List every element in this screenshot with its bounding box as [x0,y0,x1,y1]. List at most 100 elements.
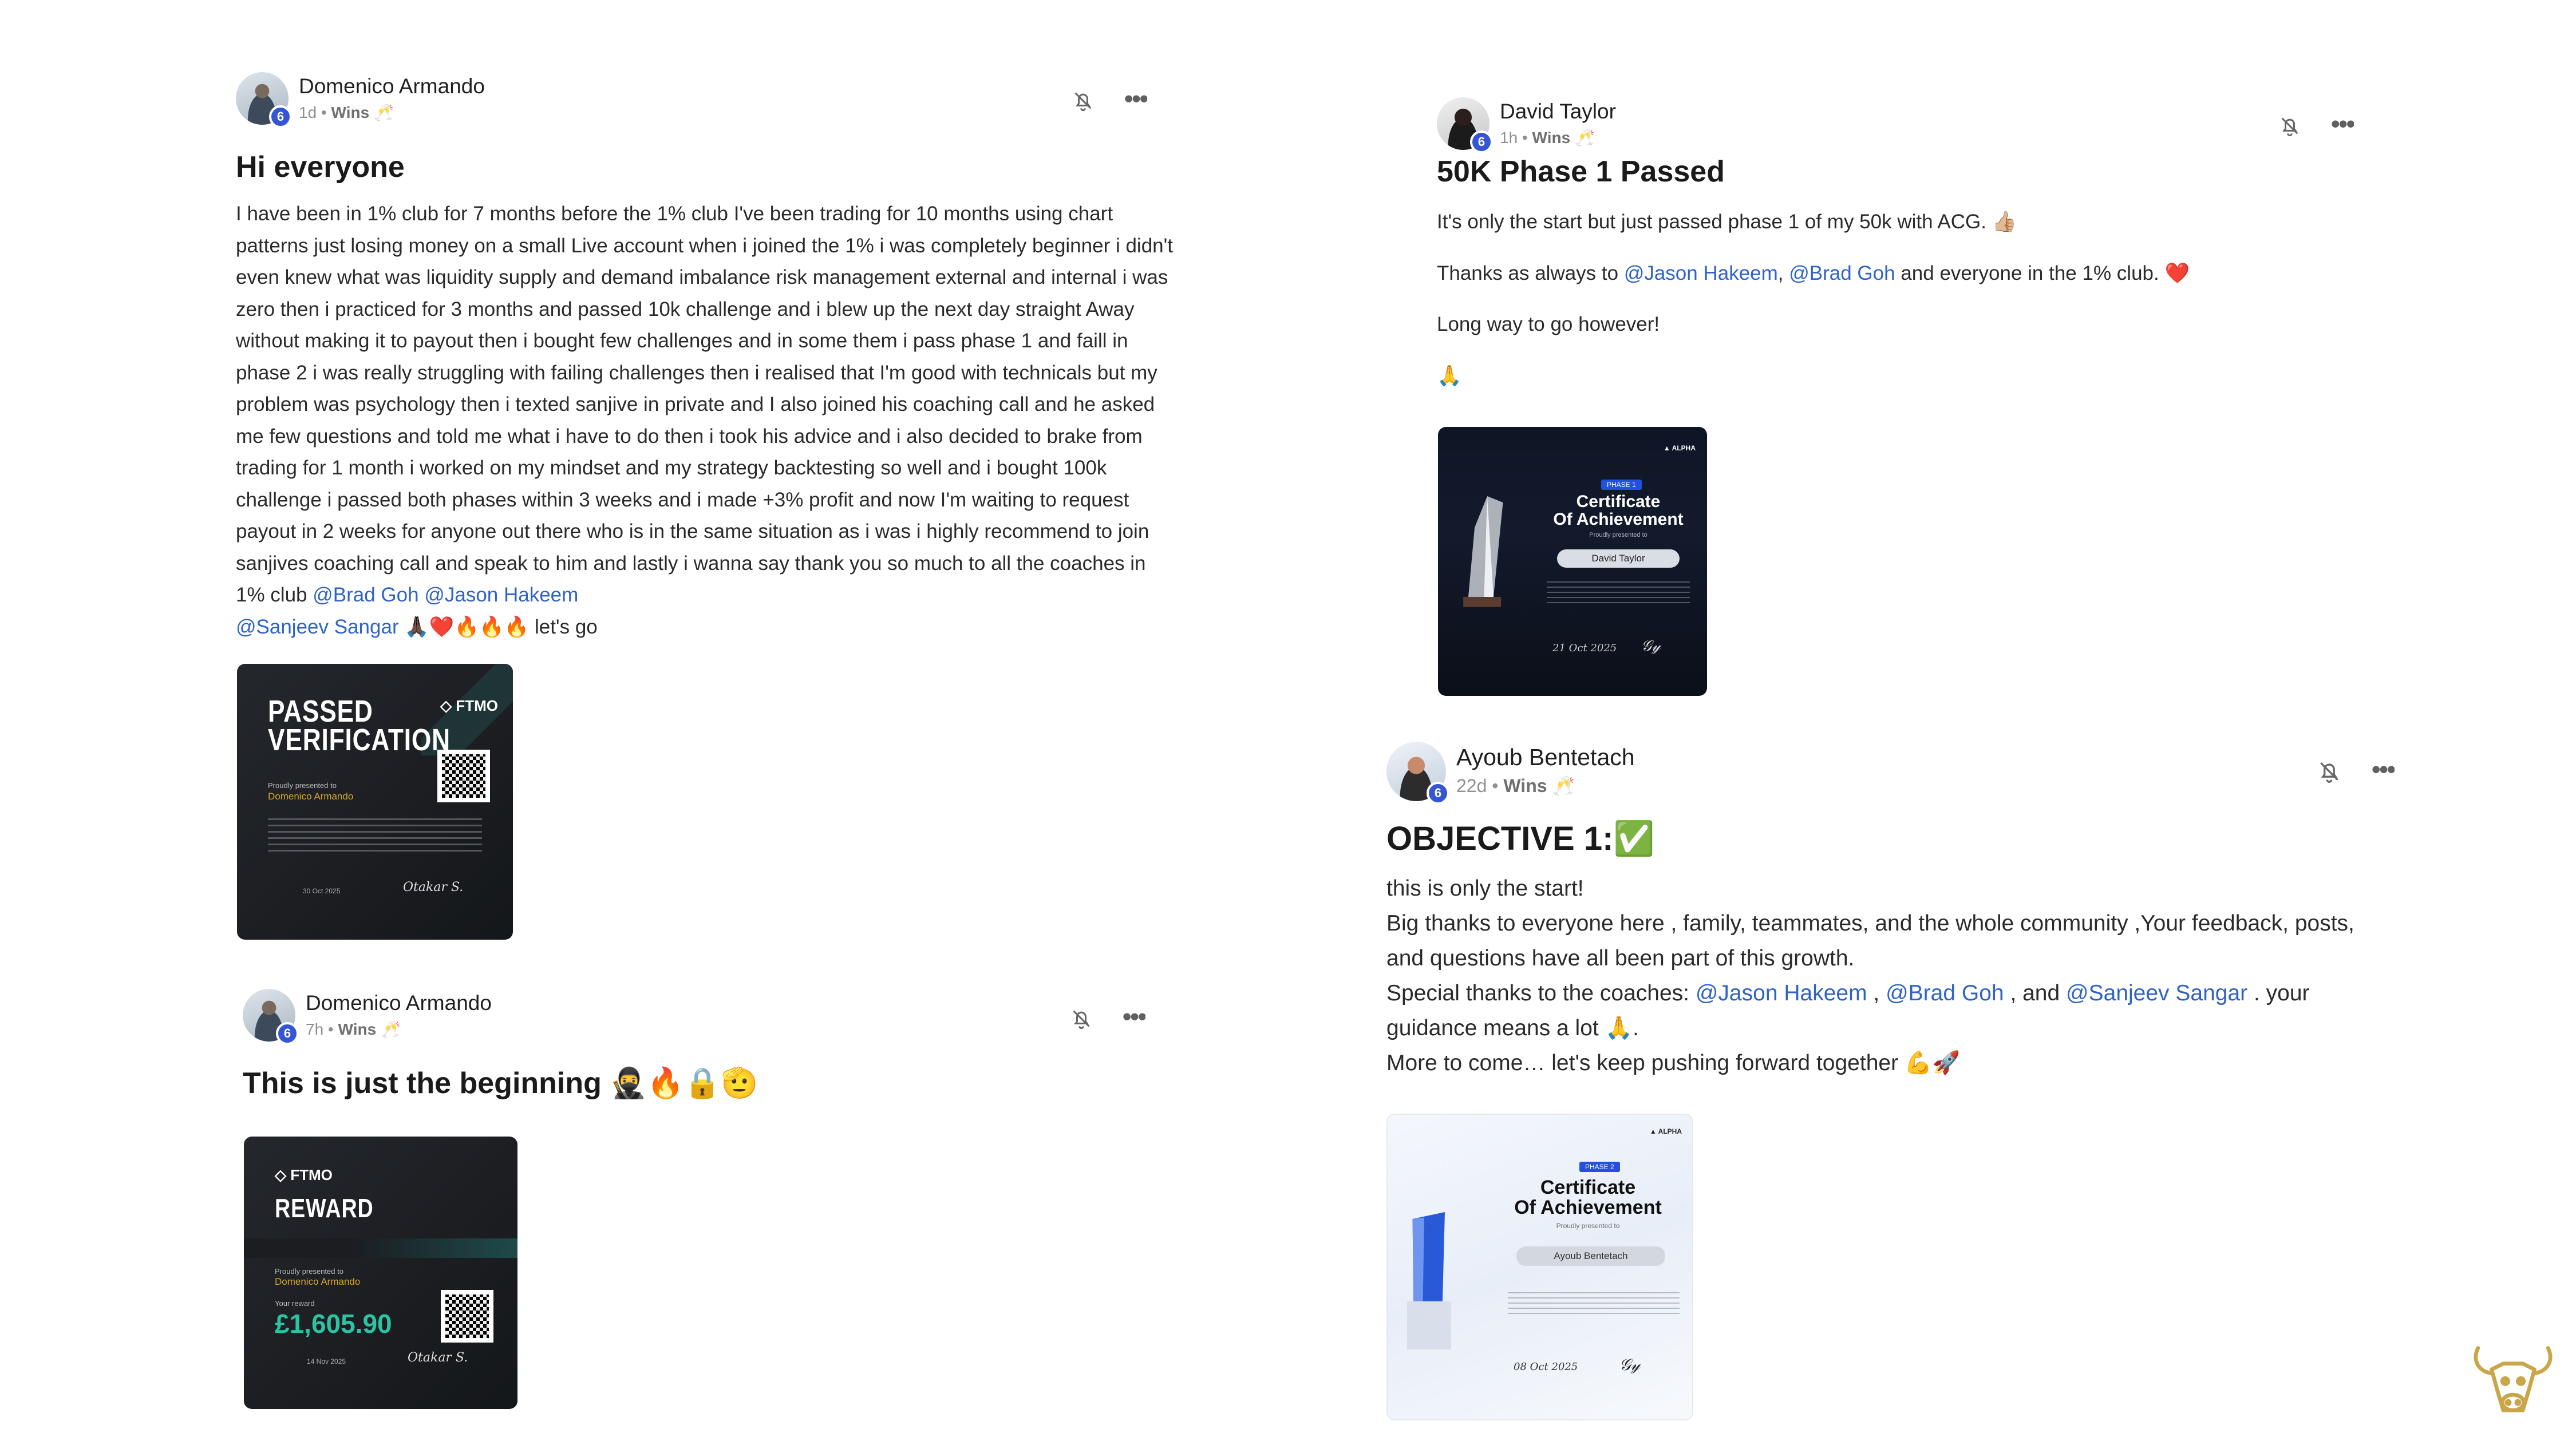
post-line-thanks: Thanks as always to @Jason Hakeem, @Brad… [1437,258,2376,290]
mention-link[interactable]: @Jason Hakeem [1624,262,1778,284]
alpha-brand-text: ALPHA [1658,1127,1682,1135]
bell-off-icon[interactable] [1070,1007,1093,1030]
post-line: It's only the start but just passed phas… [1437,211,2017,233]
phase-badge: PHASE 1 [1601,480,1642,490]
post-line: Big thanks to everyone here , family, te… [1386,911,2354,971]
level-badge: 6 [1427,782,1449,805]
ftmo-logo-text: FTMO [290,1166,333,1183]
post-meta: 1d • Wins 🥂 [299,104,394,121]
post-line-text: Thanks as always to [1437,262,1624,284]
post-line: this is only the start! [1386,876,1584,901]
post-title[interactable]: 50K Phase 1 Passed [1437,155,2376,189]
ftmo-logo-text: FTMO [456,697,498,714]
post-time: 1h [1500,129,1518,147]
certificate-heading-line: Certificate [1540,1177,1636,1198]
mention-link[interactable]: @Sanjeev Sangar [236,616,399,638]
category-emoji: 🥂 [373,104,394,121]
signature: 𝒢𝓎 [1619,1355,1641,1374]
post-line-text: , and [2004,981,2067,1005]
author-name[interactable]: Ayoub Bentetach [1456,744,1635,771]
certificate-image[interactable]: ▲ ALPHA PHASE 2 Certificate Of Achievemen… [1386,1114,1693,1420]
post-50k-phase-1: 6 David Taylor 1h • Wins 🥂 ••• 50K Phase… [1437,97,2376,391]
post-title[interactable]: OBJECTIVE 1:✅ [1386,819,2394,858]
post-line-text: , [1777,262,1789,284]
certificate-date: 30 Oct 2025 [303,887,341,895]
post-just-the-beginning: 6 Domenico Armando 7h • Wins 🥂 ••• This … [243,989,1182,1100]
more-horizontal-icon[interactable]: ••• [1124,93,1147,108]
bull-logo-icon[interactable] [2464,1331,2562,1428]
post-line-text: , [1867,981,1886,1005]
certificate-image[interactable]: ▲ ALPHA PHASE 1 Certificate Of Achievemen… [1438,427,1707,696]
post-body: I have been in 1% club for 7 months befo… [236,198,1175,643]
presented-label: Proudly presented to [275,1267,343,1276]
mention-link[interactable]: @Brad Goh [313,584,418,606]
post-hi-everyone: 6 Domenico Armando 1d • Wins 🥂 ••• Hi ev… [236,72,1175,643]
reward-heading: REWARD [275,1193,374,1223]
mention-link[interactable]: @Sanjeev Sangar [2066,981,2247,1005]
certificate-image[interactable]: PASSED VERIFICATION ◇ FTMO Proudly prese… [237,664,513,940]
post-category[interactable]: Wins [338,1020,377,1038]
post-title[interactable]: Hi everyone [236,150,1175,184]
post-header: 6 Domenico Armando 1d • Wins 🥂 ••• [236,72,1175,129]
author-name[interactable]: David Taylor [1500,100,1616,124]
post-category[interactable]: Wins [331,104,370,121]
presented-label: Proudly presented to [1589,532,1647,539]
post-time: 1d [299,104,317,121]
post-line-text: Special thanks to the coaches: [1386,981,1696,1005]
ftmo-logo: ◇ FTMO [440,697,498,714]
ftmo-logo: ◇ FTMO [275,1166,333,1183]
certificate-date: 14 Nov 2025 [307,1357,346,1365]
post-body-text: I have been in 1% club for 7 months befo… [236,203,1174,606]
bell-off-icon[interactable] [2278,114,2301,137]
phase-badge: PHASE 2 [1579,1162,1620,1172]
certificate-heading-line: Of Achievement [1514,1196,1662,1218]
level-badge: 6 [276,1022,299,1045]
post-header: 6 Ayoub Bentetach 22d • Wins 🥂 ••• [1386,742,2395,805]
post-actions: ••• [2278,114,2354,137]
more-horizontal-icon[interactable]: ••• [1123,1011,1145,1026]
bell-off-icon[interactable] [1072,89,1095,112]
post-line-thanks: Special thanks to the coaches: @Jason Ha… [1386,976,2394,1046]
post-objective-1: 6 Ayoub Bentetach 22d • Wins 🥂 ••• OBJEC… [1386,742,2395,1080]
post-meta: 22d • Wins 🥂 [1456,775,1575,796]
alpha-logo: ▲ ALPHA [1649,1127,1682,1135]
post-actions: ••• [1070,1007,1145,1030]
avatar[interactable]: 6 [1437,97,1493,153]
post-title[interactable]: This is just the beginning 🥷🔥🔒🫡 [243,1066,1182,1100]
mention-link[interactable]: @Brad Goh [1789,262,1895,284]
author-name[interactable]: Domenico Armando [299,74,485,98]
post-category[interactable]: Wins [1503,775,1547,796]
avatar[interactable]: 6 [1386,742,1449,805]
mention-link[interactable]: @Jason Hakeem [1696,981,1867,1005]
post-header: 6 Domenico Armando 7h • Wins 🥂 ••• [243,989,1182,1046]
recipient-name: Ayoub Bentetach [1516,1246,1665,1266]
recipient-name: David Taylor [1557,549,1680,568]
post-actions: ••• [1072,89,1147,112]
author-name[interactable]: Domenico Armando [306,991,492,1015]
post-time: 22d [1456,775,1487,796]
category-emoji: 🥂 [1574,129,1595,147]
reward-image[interactable]: ◇ FTMO REWARD Proudly presented to Domen… [244,1137,517,1409]
post-body-end: 🙏🏿❤️🔥🔥🔥 let's go [398,615,598,638]
more-horizontal-icon[interactable]: ••• [2372,764,2395,779]
mention-link[interactable]: @Jason Hakeem [424,584,578,606]
bell-off-icon[interactable] [2317,759,2342,784]
signature: Otakar S. [408,1351,468,1365]
avatar[interactable]: 6 [243,989,299,1045]
more-horizontal-icon[interactable]: ••• [2331,118,2354,133]
post-header: 6 David Taylor 1h • Wins 🥂 ••• [1437,97,2376,155]
post-meta: 1h • Wins 🥂 [1500,129,1595,147]
presented-label: Proudly presented to [1556,1222,1620,1230]
certificate-date: 08 Oct 2025 [1514,1361,1578,1373]
certificate-heading-line: Of Achievement [1553,509,1684,529]
qr-code-icon [441,1290,493,1343]
presented-label: Proudly presented to [268,781,337,790]
post-actions: ••• [2317,759,2395,784]
category-emoji: 🥂 [1552,775,1575,796]
reward-label: Your reward [275,1299,315,1308]
post-line: Long way to go however! [1437,313,1660,335]
avatar[interactable]: 6 [236,72,292,128]
trophy-icon [1407,1212,1451,1349]
post-category[interactable]: Wins [1532,129,1571,147]
mention-link[interactable]: @Brad Goh [1886,981,2004,1005]
